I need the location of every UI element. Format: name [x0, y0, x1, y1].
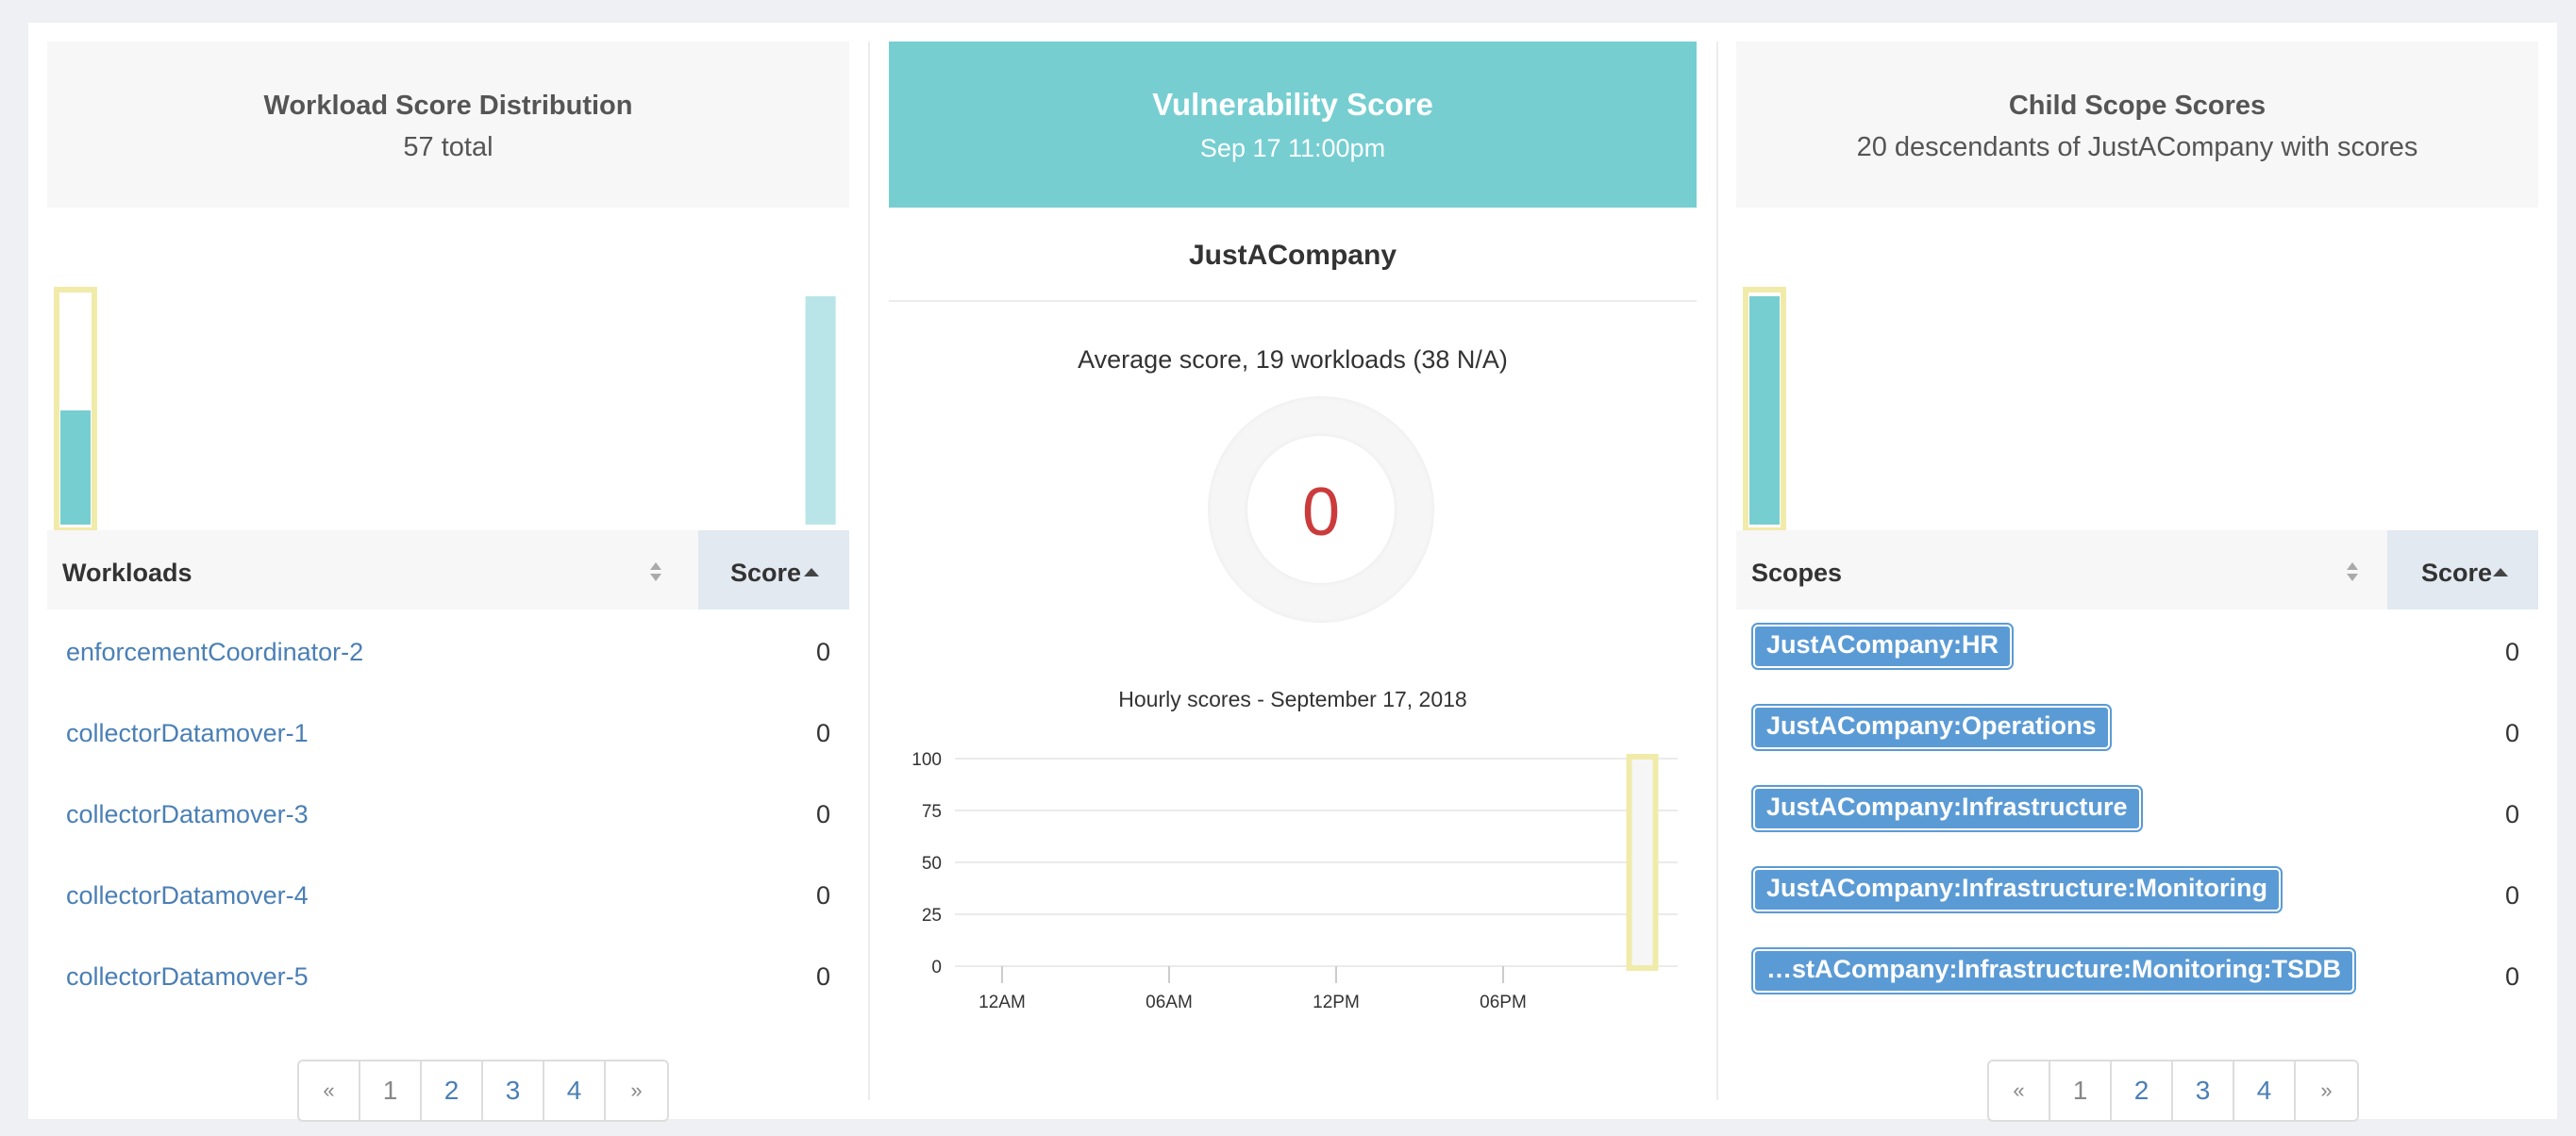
x-tick-label: 12AM [979, 993, 1026, 1012]
panel-header: Vulnerability Score Sep 17 11:00pm [889, 42, 1697, 208]
score-cell: 0 [2504, 881, 2519, 910]
sort-icon[interactable] [2346, 560, 2359, 583]
x-tick-label: 06AM [1146, 993, 1193, 1012]
score-column-header[interactable]: Score [698, 530, 849, 610]
histogram-bar [60, 410, 91, 525]
workloads-table: Workloads Score enforcementCoordinator-2… [47, 530, 849, 1015]
pagination-page-2[interactable]: 2 [422, 1061, 483, 1120]
table-header: Workloads Score [47, 530, 849, 610]
histogram-bar [805, 296, 836, 525]
x-tick-label: 12PM [1313, 993, 1360, 1012]
y-tick-label: 75 [922, 802, 942, 822]
pagination-page-2[interactable]: 2 [2112, 1061, 2173, 1120]
pagination: «1 2 3 4» [1987, 1060, 2359, 1122]
scope-name: JustACompany [1188, 240, 1397, 271]
scopes-column-header[interactable]: Scopes [1751, 559, 1842, 588]
table-row: collectorDatamover-1 0 [47, 691, 849, 772]
pagination: «1 2 3 4» [297, 1060, 669, 1122]
column-divider [1716, 42, 1718, 1100]
score-header-label: Score [2421, 559, 2493, 587]
score-cell: 0 [2504, 719, 2519, 747]
score-cell: 0 [815, 881, 830, 910]
score-cell: 0 [2504, 800, 2519, 828]
y-tick-label: 100 [912, 750, 942, 770]
score-cell: 0 [815, 962, 830, 991]
pagination-next[interactable]: » [606, 1061, 667, 1120]
panel-subtitle: Sep 17 11:00pm [1199, 134, 1386, 162]
score-column-header[interactable]: Score [2387, 530, 2538, 610]
y-tick-label: 50 [922, 854, 942, 874]
panel-title: Workload Score Distribution [263, 91, 633, 121]
average-score-label: Average score, 19 workloads (38 N/A) [1078, 345, 1508, 374]
sort-ascending-icon [804, 568, 819, 576]
scope-badge[interactable]: JustACompany:Infrastructure:Monitoring [1753, 868, 2282, 911]
child-scope-scores-panel: Child Scope Scores 20 descendants of Jus… [1736, 42, 2538, 1122]
hourly-scores-chart: 0 25 50 75 100 12AM 06AM 12PM 06PM [912, 750, 1678, 1012]
column-divider [868, 42, 870, 1100]
scope-badge[interactable]: JustACompany:Operations [1753, 706, 2110, 749]
y-tick-label: 0 [931, 958, 942, 977]
workload-link[interactable]: enforcementCoordinator-2 [66, 638, 363, 667]
workload-score-panel: Workload Score Distribution 57 total 051… [47, 42, 849, 1122]
pagination-prev[interactable]: « [1989, 1061, 2050, 1120]
hour-highlight [1626, 754, 1659, 971]
score-gauge-inner: 0 [1247, 436, 1395, 583]
scope-badge[interactable]: JustACompany:Infrastructure [1753, 787, 2141, 830]
score-gauge: 0 [1208, 396, 1434, 623]
table-row: JustACompany:Infrastructure 0 [1736, 772, 2538, 853]
pagination-page-1[interactable]: 1 [2050, 1061, 2112, 1120]
panel-subtitle: 20 descendants of JustACompany with scor… [1856, 132, 2418, 162]
score-cell: 0 [2504, 638, 2519, 666]
histogram-svg: 0510152025303540455055606570758085909510… [54, 287, 836, 558]
pagination-page-1[interactable]: 1 [360, 1061, 422, 1120]
workload-link[interactable]: collectorDatamover-4 [66, 881, 309, 910]
score-cell: 0 [815, 638, 830, 666]
workload-link[interactable]: collectorDatamover-1 [66, 719, 309, 748]
table-row: …stACompany:Infrastructure:Monitoring:TS… [1736, 934, 2538, 1015]
vulnerability-score-panel: Vulnerability Score Sep 17 11:00pm JustA… [889, 42, 1697, 1100]
table-row: collectorDatamover-3 0 [47, 772, 849, 853]
y-tick-label: 25 [922, 906, 942, 926]
score-cell: 0 [815, 800, 830, 828]
sort-icon[interactable] [649, 560, 662, 583]
pagination-next[interactable]: » [2296, 1061, 2357, 1120]
pagination-page-4[interactable]: 4 [544, 1061, 606, 1120]
score-value: 0 [1301, 475, 1341, 550]
score-header-label: Score [730, 559, 802, 587]
child-scope-histogram: 0510152025303540455055606570758085909510… [1736, 230, 2538, 570]
table-header: Scopes Score [1736, 530, 2538, 610]
dashboard-card: Workload Score Distribution 57 total 051… [28, 23, 2557, 1122]
score-cell: 0 [2504, 962, 2519, 991]
scope-badge[interactable]: …stACompany:Infrastructure:Monitoring:TS… [1753, 949, 2354, 993]
pagination-page-4[interactable]: 4 [2234, 1061, 2296, 1120]
x-tick-label: 06PM [1480, 993, 1527, 1012]
workload-link[interactable]: collectorDatamover-3 [66, 800, 309, 829]
table-row: JustACompany:Infrastructure:Monitoring 0 [1736, 853, 2538, 934]
workload-link[interactable]: collectorDatamover-5 [66, 962, 309, 992]
histogram-bar [1749, 296, 1780, 525]
scope-badge[interactable]: JustACompany:HR [1753, 625, 2013, 668]
sort-ascending-icon [2493, 568, 2508, 576]
workloads-column-header[interactable]: Workloads [62, 559, 192, 588]
pagination-prev[interactable]: « [299, 1061, 360, 1120]
panel-title: Vulnerability Score [1152, 87, 1433, 122]
divider [889, 300, 1697, 302]
panel-subtitle: 57 total [403, 132, 493, 162]
hourly-chart-title: Hourly scores - September 17, 2018 [1118, 687, 1467, 711]
pagination-page-3[interactable]: 3 [2173, 1061, 2234, 1120]
table-row: collectorDatamover-4 0 [47, 853, 849, 934]
score-cell: 0 [815, 719, 830, 747]
workload-score-histogram: 0510152025303540455055606570758085909510… [47, 230, 849, 570]
scopes-table: Scopes Score JustACompany:HR 0 JustACompan… [1736, 530, 2538, 1015]
panel-header: Child Scope Scores 20 descendants of Jus… [1736, 42, 2538, 208]
panel-title: Child Scope Scores [2008, 91, 2267, 121]
histogram-svg: 0510152025303540455055606570758085909510… [1743, 287, 2489, 558]
pagination-page-3[interactable]: 3 [483, 1061, 544, 1120]
table-row: enforcementCoordinator-2 0 [47, 610, 849, 691]
table-row: JustACompany:Operations 0 [1736, 691, 2538, 772]
panel-header: Workload Score Distribution 57 total [47, 42, 849, 208]
table-row: JustACompany:HR 0 [1736, 610, 2538, 691]
table-row: collectorDatamover-5 0 [47, 934, 849, 1015]
